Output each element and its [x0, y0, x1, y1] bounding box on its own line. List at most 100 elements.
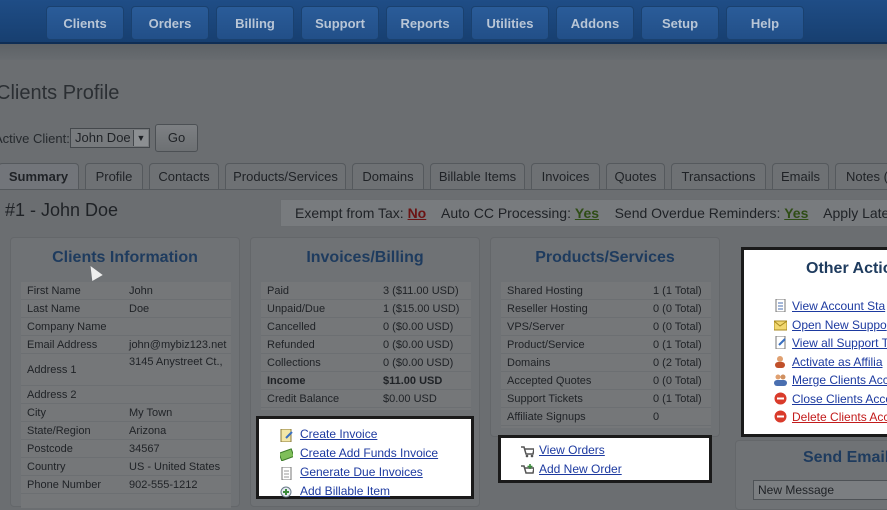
- support-tickets-icon: [774, 335, 787, 350]
- open-new-support-ticket-link[interactable]: Open New Suppo: [792, 317, 887, 333]
- row-value: 0 (1 Total): [653, 339, 702, 351]
- add-funds-icon: [278, 448, 295, 462]
- autocc-label: Auto CC Processing:: [441, 205, 571, 221]
- row-label: Postcode: [27, 443, 73, 455]
- add-billable-item-link[interactable]: Add Billable Item: [300, 483, 390, 499]
- active-client-value: John Doe: [75, 130, 131, 145]
- row-value: 0 (2 Total): [653, 357, 702, 369]
- table-row: Email Address john@mybiz123.net: [21, 336, 231, 354]
- tab-quotes[interactable]: Quotes: [606, 163, 665, 189]
- row-label: Refunded: [267, 339, 315, 351]
- go-button[interactable]: Go: [155, 124, 198, 152]
- tab-contacts[interactable]: Contacts: [149, 163, 219, 189]
- nav-orders[interactable]: Orders: [131, 6, 209, 40]
- nav-reports[interactable]: Reports: [386, 6, 464, 40]
- row-label: Paid: [267, 285, 290, 297]
- row-value: 0 (0 Total): [653, 375, 702, 387]
- nav-help[interactable]: Help: [726, 6, 804, 40]
- active-client-select[interactable]: John Doe ▼: [70, 128, 150, 148]
- row-value: John: [129, 285, 153, 297]
- products-panel: Products/Services Shared Hosting 1 (1 Tot…: [490, 237, 720, 437]
- row-value: Arizona: [129, 425, 167, 437]
- row-value: $0.00 USD: [383, 393, 437, 405]
- cart-icon: [521, 445, 535, 458]
- autocc-toggle[interactable]: Yes: [575, 205, 599, 221]
- create-invoice-link[interactable]: Create Invoice: [300, 426, 377, 442]
- row-label: Income: [267, 375, 306, 387]
- row-label: Address 2: [27, 389, 77, 401]
- row-value: john@mybiz123.net: [129, 339, 227, 351]
- row-value: 0 (1 Total): [653, 393, 702, 405]
- products-title: Products/Services: [535, 249, 675, 266]
- row-label: Credit Balance: [267, 393, 340, 405]
- tab-invoices[interactable]: Invoices: [531, 163, 600, 189]
- row-label: Last Name: [27, 303, 81, 315]
- send-email-title: Send Email: [803, 449, 887, 466]
- invoices-title: Invoices/Billing: [306, 249, 424, 266]
- table-row: Support Tickets 0 (1 Total): [501, 390, 711, 408]
- table-row: Company Name: [21, 318, 231, 336]
- row-label: City: [27, 407, 46, 419]
- generate-due-invoices-link[interactable]: Generate Due Invoices: [300, 464, 423, 480]
- nav-clients[interactable]: Clients: [46, 6, 124, 40]
- top-nav: Clients Orders Billing Support Reports U…: [0, 0, 887, 44]
- table-row: Unpaid/Due 1 ($15.00 USD): [261, 300, 471, 318]
- tab-notes[interactable]: Notes (: [835, 163, 887, 189]
- nav-support[interactable]: Support: [301, 6, 379, 40]
- view-orders-link[interactable]: View Orders: [539, 442, 605, 458]
- order-actions-box: View Orders Add New Order: [498, 435, 712, 483]
- exempt-toggle[interactable]: No: [408, 205, 427, 221]
- row-value: 0 (0 Total): [653, 303, 702, 315]
- nav-billing[interactable]: Billing: [216, 6, 294, 40]
- clients-info-title: Clients Information: [52, 249, 198, 266]
- view-all-support-tickets-link[interactable]: View all Support T: [792, 335, 887, 351]
- row-label: Support Tickets: [507, 393, 583, 405]
- row-label: Product/Service: [507, 339, 585, 351]
- merge-clients-accounts-link[interactable]: Merge Clients Acc: [792, 372, 887, 388]
- tab-profile[interactable]: Profile: [85, 163, 143, 189]
- row-label: First Name: [27, 285, 81, 297]
- table-row: First Name John: [21, 282, 231, 300]
- tab-products-services[interactable]: Products/Services: [225, 163, 346, 189]
- row-label: Affiliate Signups: [507, 411, 586, 423]
- table-row: Postcode 34567: [21, 440, 231, 458]
- row-value: 0 ($0.00 USD): [383, 339, 454, 351]
- row-label: Email Address: [27, 339, 98, 351]
- table-row: Last Name Doe: [21, 300, 231, 318]
- close-clients-account-link[interactable]: Close Clients Acco: [792, 391, 887, 407]
- client-flags-bar: Exempt from Tax: No Auto CC Processing: …: [280, 199, 887, 227]
- row-value: 902-555-1212: [129, 479, 198, 491]
- account-statement-icon: [774, 298, 787, 313]
- row-value: $11.00 USD: [383, 375, 443, 387]
- tab-transactions[interactable]: Transactions: [671, 163, 766, 189]
- sub-bar: [0, 44, 887, 60]
- row-label: Collections: [267, 357, 321, 369]
- close-account-icon: [774, 392, 787, 405]
- row-label: Unpaid/Due: [267, 303, 326, 315]
- row-label: Country: [27, 461, 66, 473]
- tab-summary[interactable]: Summary: [0, 163, 79, 190]
- overdue-toggle[interactable]: Yes: [784, 205, 808, 221]
- tab-billable-items[interactable]: Billable Items: [430, 163, 525, 189]
- delete-clients-account-link[interactable]: Delete Clients Acc: [792, 409, 887, 425]
- nav-utilities[interactable]: Utilities: [471, 6, 549, 40]
- clients-info-panel: Clients Information First Name John Last …: [10, 237, 240, 508]
- row-label: Accepted Quotes: [507, 375, 592, 387]
- tab-domains[interactable]: Domains: [352, 163, 424, 189]
- other-actions-title: Other Actio: [806, 260, 887, 277]
- late-fees-label: Apply Late: [823, 205, 887, 221]
- add-new-order-link[interactable]: Add New Order: [539, 461, 622, 477]
- table-row: Phone Number 902-555-1212: [21, 476, 231, 494]
- nav-setup[interactable]: Setup: [641, 6, 719, 40]
- row-label: State/Region: [27, 425, 91, 437]
- activate-as-affiliate-link[interactable]: Activate as Affilia: [792, 354, 883, 370]
- email-template-select[interactable]: New Message: [753, 480, 887, 500]
- view-account-statement-link[interactable]: View Account Sta: [792, 298, 885, 314]
- row-label: Domains: [507, 357, 551, 369]
- tab-emails[interactable]: Emails: [772, 163, 829, 189]
- affiliate-icon: [774, 355, 787, 368]
- chevron-down-icon: ▼: [133, 130, 148, 146]
- nav-addons[interactable]: Addons: [556, 6, 634, 40]
- row-value: 0 (0 Total): [653, 321, 702, 333]
- create-add-funds-invoice-link[interactable]: Create Add Funds Invoice: [300, 445, 438, 461]
